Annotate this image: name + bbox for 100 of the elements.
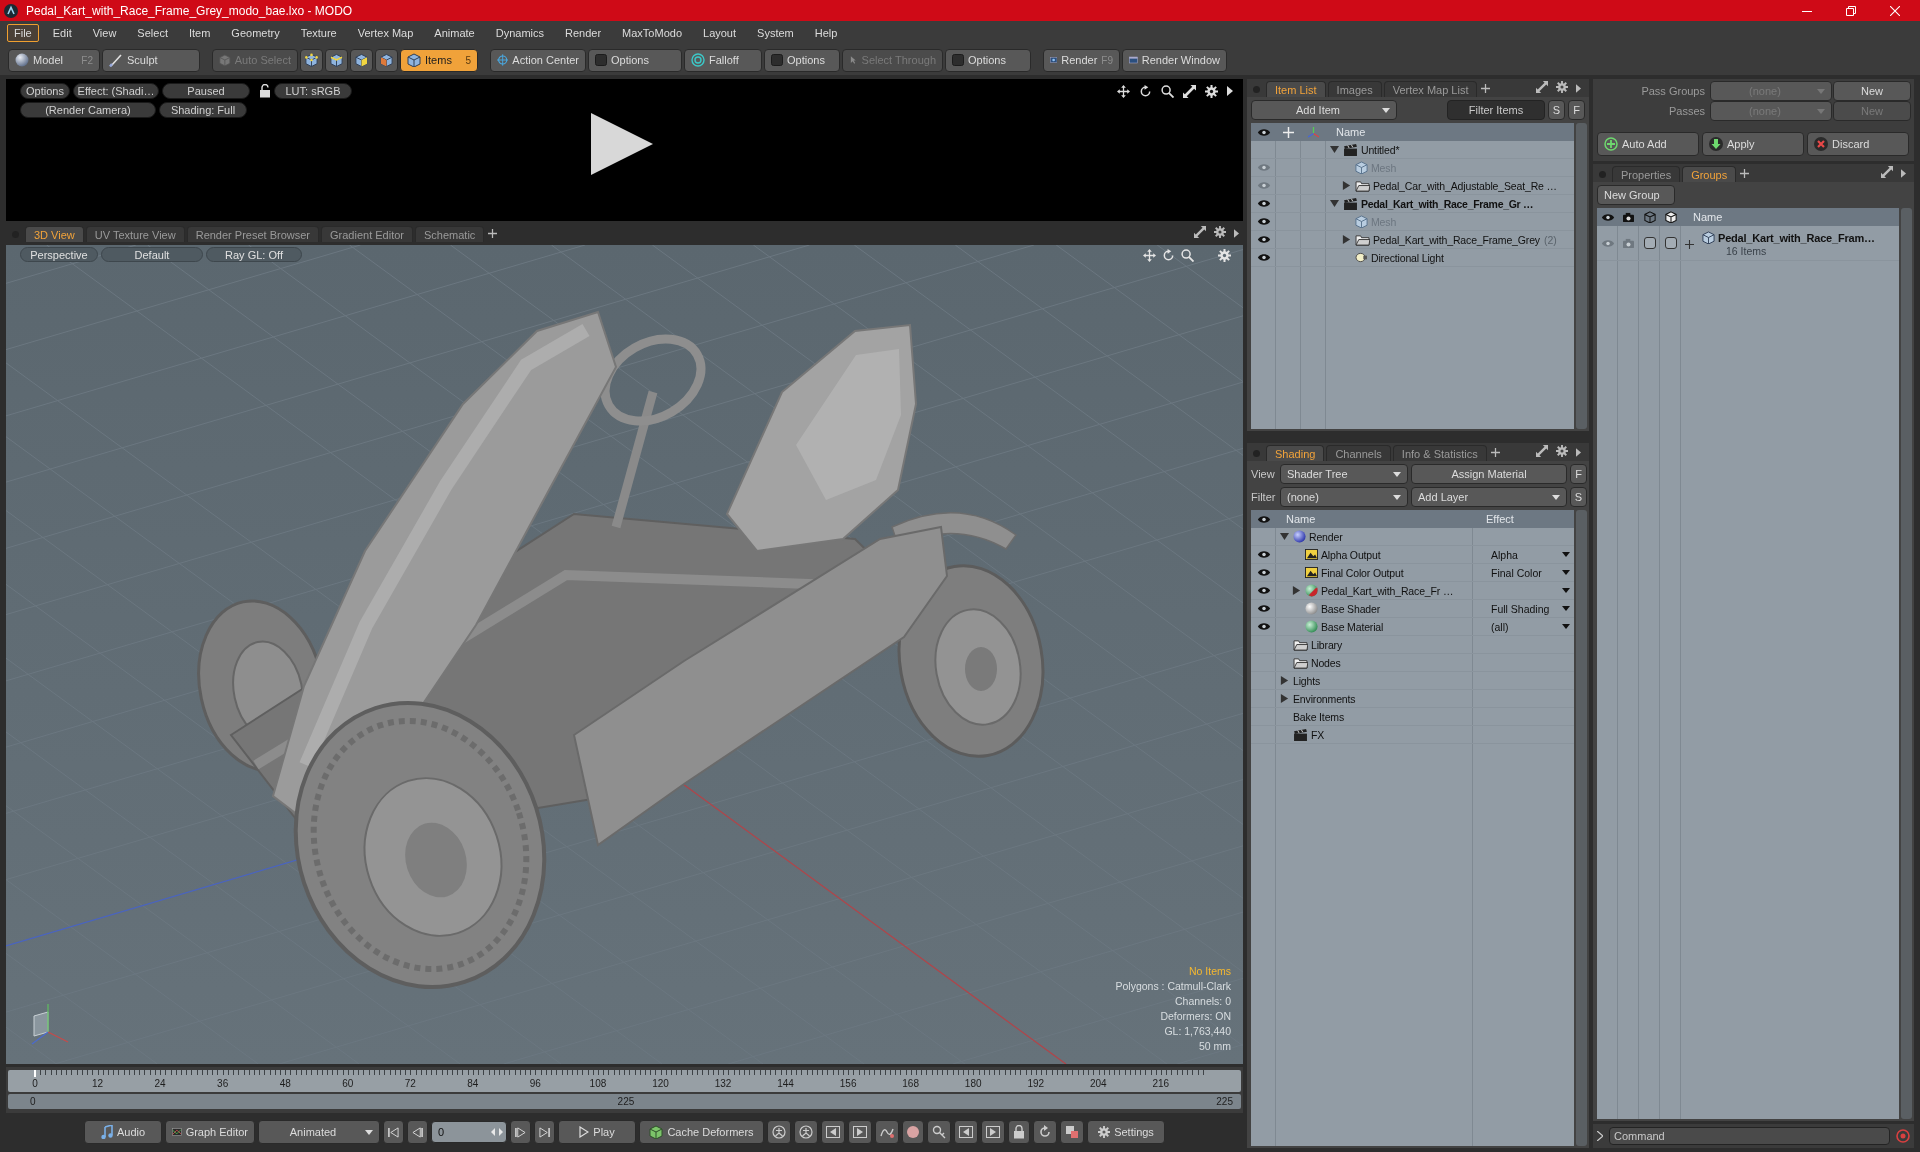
gear-icon[interactable] — [1214, 226, 1226, 238]
tree-item[interactable]: Base Material — [1321, 620, 1384, 633]
tree-item[interactable]: Final Color Output — [1321, 566, 1404, 579]
audio-button[interactable]: Audio — [84, 1120, 162, 1144]
tree-item[interactable]: Pedal_Car_with_Adjustable_Seat_Re … — [1373, 179, 1557, 192]
panel-tab[interactable]: Properties — [1612, 166, 1681, 182]
menu-item[interactable]: Layout — [696, 24, 744, 42]
viewport-tab[interactable]: Schematic — [415, 226, 485, 242]
new-button[interactable]: New — [1833, 81, 1911, 101]
apply-button[interactable]: Apply — [1702, 132, 1804, 156]
panel-tab[interactable]: Shading — [1266, 445, 1325, 461]
selection-mode-button[interactable] — [325, 48, 348, 72]
discard-button[interactable]: Discard — [1807, 132, 1909, 156]
expand-arrow-icon[interactable] — [1280, 676, 1289, 685]
eye-icon[interactable] — [1256, 235, 1271, 244]
overlay-button[interactable] — [1060, 1120, 1084, 1144]
maximize-icon[interactable] — [1536, 81, 1548, 93]
falloff-button[interactable]: Falloff — [684, 48, 762, 72]
toggle-button[interactable]: S — [1570, 487, 1587, 507]
auto-add-button[interactable]: Auto Add — [1597, 132, 1699, 156]
checkbox[interactable] — [1664, 237, 1677, 249]
restore-icon[interactable] — [1846, 5, 1856, 16]
pedal-kart-model-drawing[interactable] — [197, 310, 1045, 990]
tree-item[interactable]: Alpha Output — [1321, 548, 1381, 561]
arrow-right-icon[interactable] — [1901, 169, 1906, 178]
tree-item[interactable]: FX — [1311, 728, 1325, 741]
menu-item[interactable]: Texture — [293, 24, 344, 42]
search-icon[interactable] — [1161, 84, 1174, 98]
viewport-tab[interactable]: UV Texture View — [85, 226, 185, 242]
eye-icon[interactable] — [1256, 199, 1271, 208]
menu-item[interactable]: View — [85, 24, 124, 42]
column-header[interactable]: Effect — [1482, 513, 1574, 525]
plus-icon[interactable] — [1685, 240, 1694, 249]
skip-end-button[interactable] — [534, 1120, 555, 1144]
style-dropdown[interactable]: Default — [101, 247, 203, 262]
key-options-button[interactable] — [927, 1120, 951, 1144]
caret-icon[interactable] — [1562, 552, 1570, 557]
column-header[interactable]: Name — [1276, 513, 1482, 525]
expand-arrow-icon[interactable] — [1280, 532, 1289, 541]
tree-item[interactable]: Pedal_Kart_with_Race_Frame_Grey — [1373, 233, 1540, 246]
effect-dropdown[interactable]: Effect: (Shadi… — [73, 83, 159, 99]
options-button[interactable]: Options — [20, 83, 70, 99]
options-button[interactable]: Options — [764, 48, 840, 72]
projection-dropdown[interactable]: Perspective — [20, 247, 98, 262]
panel-tab[interactable]: Channels — [1326, 445, 1391, 461]
expand-arrow-icon[interactable] — [1342, 235, 1351, 244]
add-layer-dropdown[interactable]: Add Layer — [1411, 487, 1567, 507]
plus-icon[interactable] — [1740, 169, 1750, 178]
menu-item[interactable]: Animate — [427, 24, 482, 42]
tree-item[interactable]: Lights — [1293, 674, 1321, 687]
expand-arrow-icon[interactable] — [1330, 145, 1339, 154]
viewport-tab[interactable]: 3D View — [25, 226, 84, 242]
menu-item[interactable]: Item — [181, 24, 218, 42]
tree-item[interactable]: Nodes — [1311, 656, 1341, 669]
ray-gl-dropdown[interactable]: Ray GL: Off — [206, 247, 302, 262]
command-field[interactable]: Command — [1609, 1127, 1890, 1145]
maximize-icon[interactable] — [1194, 226, 1206, 238]
chevron-right-icon[interactable] — [1597, 1131, 1603, 1141]
tree-item[interactable]: Render — [1309, 530, 1343, 543]
tree-item[interactable]: Directional Light — [1371, 251, 1444, 264]
eye-icon[interactable] — [1256, 550, 1271, 559]
maximize-icon[interactable] — [1183, 84, 1196, 98]
filter-dropdown[interactable]: (none) — [1280, 487, 1408, 507]
move-icon[interactable] — [1117, 84, 1130, 98]
camera-icon[interactable] — [1622, 237, 1635, 249]
shading-dropdown[interactable]: Shading: Full — [159, 102, 247, 118]
arrow-right-icon[interactable] — [1234, 229, 1239, 238]
selection-mode-button[interactable]: Items 5 — [400, 48, 478, 72]
caret-icon[interactable] — [1562, 570, 1570, 575]
plus-icon[interactable] — [1490, 448, 1500, 457]
column-header[interactable]: Name — [1681, 211, 1723, 223]
options-button[interactable]: Options — [945, 48, 1031, 72]
panel-tab[interactable]: Item List — [1266, 81, 1326, 97]
selection-mode-button[interactable] — [300, 48, 323, 72]
eye-icon[interactable] — [1256, 586, 1271, 595]
plus-icon[interactable] — [1481, 84, 1491, 93]
selection-mode-button[interactable] — [375, 48, 398, 72]
view-dropdown[interactable]: Shader Tree — [1280, 464, 1408, 484]
tree-item[interactable]: Bake Items — [1293, 710, 1345, 723]
menu-item[interactable]: Dynamics — [488, 24, 551, 42]
maximize-icon[interactable] — [1881, 166, 1893, 178]
arrow-right-icon[interactable] — [1576, 84, 1581, 93]
record-icon[interactable] — [1896, 1129, 1910, 1143]
camera-dropdown[interactable]: (Render Camera) — [20, 102, 156, 118]
expand-arrow-icon[interactable] — [1342, 181, 1351, 190]
action-center-button[interactable]: Action Center — [490, 48, 586, 72]
tree-item[interactable]: Pedal_Kart_with_Race_Fr … — [1321, 584, 1454, 597]
eye-icon[interactable] — [1256, 253, 1271, 262]
lock-key-button[interactable] — [1008, 1120, 1030, 1144]
cache-deformers-button[interactable]: Cache Deformers — [639, 1120, 764, 1144]
panel-tab[interactable]: Groups — [1682, 166, 1737, 182]
sculpt-button[interactable]: Sculpt — [102, 48, 200, 72]
gear-icon[interactable] — [1556, 445, 1568, 457]
add-item-dropdown[interactable]: Add Item — [1251, 100, 1397, 120]
scrollbar[interactable] — [1901, 208, 1912, 1119]
caret-icon[interactable] — [1562, 588, 1570, 593]
menu-item[interactable]: Geometry — [224, 24, 287, 42]
gear-icon[interactable] — [1205, 84, 1218, 98]
tree-item[interactable]: Untitled* — [1361, 143, 1400, 156]
checkbox[interactable] — [1643, 237, 1656, 249]
